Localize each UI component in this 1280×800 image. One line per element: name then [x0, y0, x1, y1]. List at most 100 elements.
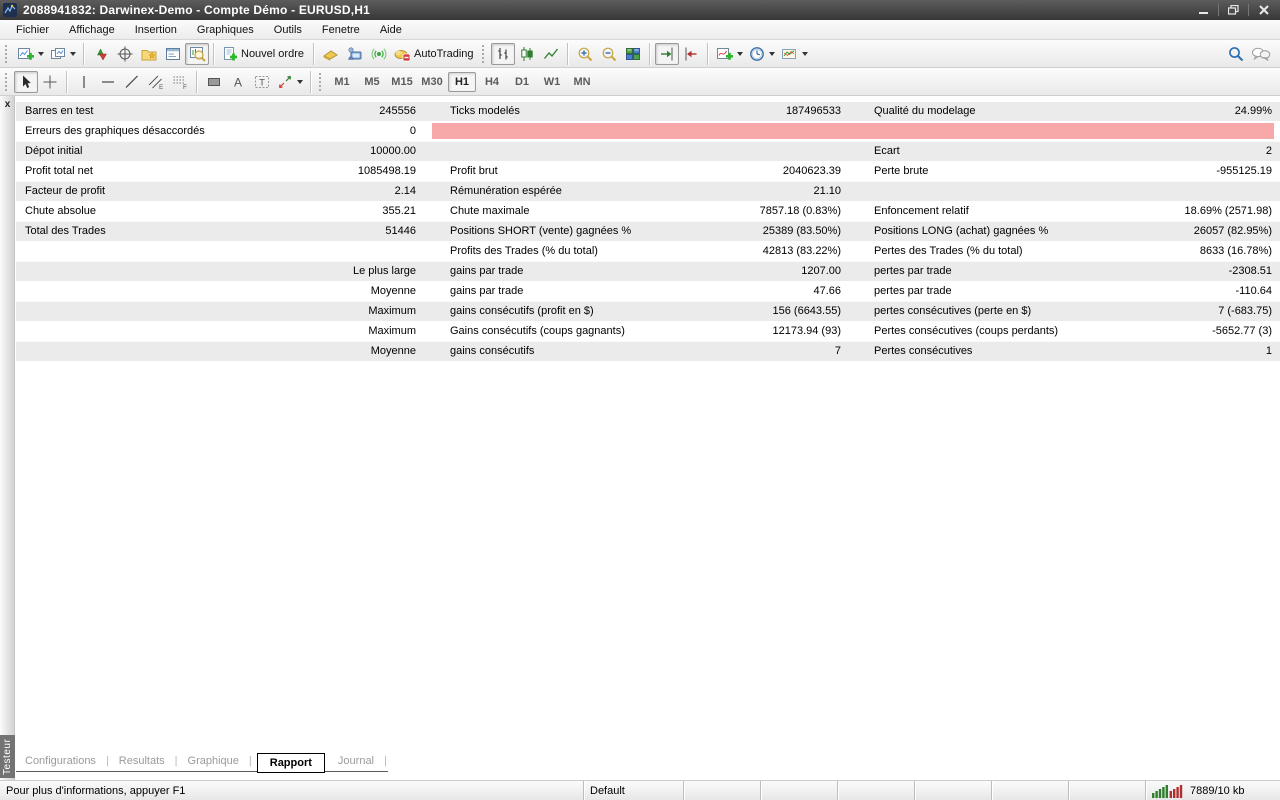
- menu-item-aide[interactable]: Aide: [370, 22, 412, 38]
- panel-close-icon[interactable]: x: [0, 100, 15, 110]
- horizontal-line-tool-button[interactable]: [96, 71, 120, 93]
- autotrading-button[interactable]: AutoTrading: [391, 43, 479, 65]
- close-button[interactable]: [1251, 2, 1276, 18]
- report-label: [16, 302, 286, 321]
- toolbar-grip[interactable]: [482, 45, 486, 63]
- menu-item-graphiques[interactable]: Graphiques: [187, 22, 264, 38]
- tab-journal[interactable]: Journal: [329, 752, 383, 771]
- signals-button[interactable]: [367, 43, 391, 65]
- report-gap: [841, 102, 874, 121]
- report-value: 1: [1155, 342, 1280, 361]
- menu-item-outils[interactable]: Outils: [264, 22, 312, 38]
- report-value: Moyenne: [286, 342, 416, 361]
- report-row: Moyennegains par trade47.66pertes par tr…: [16, 282, 1280, 302]
- line-chart-mode-button[interactable]: [539, 43, 563, 65]
- data-window-button[interactable]: [113, 43, 137, 65]
- tile-windows-button[interactable]: [621, 43, 645, 65]
- new-chart-button[interactable]: [14, 43, 47, 65]
- menu-item-affichage[interactable]: Affichage: [59, 22, 125, 38]
- report-value: 156 (6643.55): [712, 302, 841, 321]
- timeframe-button-m15[interactable]: M15: [388, 72, 416, 92]
- arrows-tool-button[interactable]: [274, 71, 306, 93]
- report-value: Maximum: [286, 302, 416, 321]
- mql-wizard-button[interactable]: [319, 43, 343, 65]
- timeframe-button-m30[interactable]: M30: [418, 72, 446, 92]
- report-gap: [841, 202, 874, 221]
- report-gap: [416, 202, 450, 221]
- bar-chart-mode-button[interactable]: [491, 43, 515, 65]
- tester-vertical-tab[interactable]: Testeur: [0, 735, 15, 778]
- indicators-button[interactable]: [713, 43, 746, 65]
- report-gap: [416, 262, 450, 281]
- zoom-out-button[interactable]: [597, 43, 621, 65]
- timeframe-button-mn[interactable]: MN: [568, 72, 596, 92]
- terminal-button[interactable]: [161, 43, 185, 65]
- toolbar-grip[interactable]: [5, 45, 9, 63]
- tab-resultats[interactable]: Resultats: [110, 752, 174, 771]
- status-connection: 7889/10 kb: [1145, 781, 1280, 800]
- report-value: 18.69% (2571.98): [1155, 202, 1280, 221]
- crosshair-tool-button[interactable]: [38, 71, 62, 93]
- chart-profiles-button[interactable]: [47, 43, 79, 65]
- periods-button[interactable]: [746, 43, 778, 65]
- chat-button[interactable]: [1248, 43, 1274, 65]
- fibonacci-tool-button[interactable]: F: [168, 71, 192, 93]
- chevron-down-icon: [737, 52, 743, 56]
- cursor-icon: [18, 74, 34, 90]
- tab-graphique[interactable]: Graphique: [179, 752, 248, 771]
- indicators-icon: [716, 46, 733, 62]
- svg-text:F: F: [183, 84, 187, 90]
- rectangle-icon: [206, 74, 222, 90]
- status-profile[interactable]: Default: [583, 781, 683, 800]
- cursor-tool-button[interactable]: [14, 71, 38, 93]
- menu-item-insertion[interactable]: Insertion: [125, 22, 187, 38]
- timeframe-button-h1[interactable]: H1: [448, 72, 476, 92]
- timeframe-button-h4[interactable]: H4: [478, 72, 506, 92]
- restore-button[interactable]: [1221, 2, 1246, 18]
- menu-item-fenetre[interactable]: Fenetre: [312, 22, 370, 38]
- timeframe-button-d1[interactable]: D1: [508, 72, 536, 92]
- toolbar-grip[interactable]: [5, 73, 9, 91]
- search-button[interactable]: [1224, 43, 1248, 65]
- rectangle-tool-button[interactable]: [202, 71, 226, 93]
- minimize-button[interactable]: [1191, 2, 1216, 18]
- zoom-in-button[interactable]: [573, 43, 597, 65]
- market-watch-button[interactable]: [89, 43, 113, 65]
- timeframe-button-w1[interactable]: W1: [538, 72, 566, 92]
- status-bar: Pour plus d'informations, appuyer F1 Def…: [0, 780, 1280, 800]
- trendline-tool-button[interactable]: [120, 71, 144, 93]
- equidistant-channel-tool-button[interactable]: E: [144, 71, 168, 93]
- report-label: Perte brute: [874, 162, 1155, 181]
- report-row: Total des Trades51446Positions SHORT (ve…: [16, 222, 1280, 242]
- report-label: gains consécutifs: [450, 342, 712, 361]
- navigator-button[interactable]: [137, 43, 161, 65]
- svg-text:A: A: [234, 75, 242, 89]
- text-label-tool-button[interactable]: T: [250, 71, 274, 93]
- toolbar-grip[interactable]: [319, 73, 323, 91]
- toolbar-separator: [196, 71, 198, 93]
- timeframe-button-m1[interactable]: M1: [328, 72, 356, 92]
- report-label: Total des Trades: [16, 222, 286, 241]
- text-tool-button[interactable]: A: [226, 71, 250, 93]
- report-row: Chute absolue355.21Chute maximale7857.18…: [16, 202, 1280, 222]
- tab-rapport[interactable]: Rapport: [257, 753, 325, 773]
- tab-configurations[interactable]: Configurations: [16, 752, 105, 771]
- vertical-line-tool-button[interactable]: [72, 71, 96, 93]
- chart-shift-button[interactable]: [679, 43, 703, 65]
- templates-button[interactable]: [778, 43, 811, 65]
- candlestick-mode-button[interactable]: [515, 43, 539, 65]
- crosshair-icon: [42, 74, 58, 90]
- report-label: [450, 142, 712, 161]
- auto-scroll-button[interactable]: [655, 43, 679, 65]
- report-table: Barres en test245556Ticks modelés1874965…: [16, 102, 1280, 362]
- report-gap: [416, 222, 450, 241]
- metaeditor-button[interactable]: [343, 43, 367, 65]
- new-order-button[interactable]: Nouvel ordre: [219, 43, 309, 65]
- report-row: Dépot initial10000.00Ecart2: [16, 142, 1280, 162]
- menu-item-fichier[interactable]: Fichier: [6, 22, 59, 38]
- report-label: [16, 242, 286, 261]
- chart-profiles-icon: [50, 46, 66, 62]
- timeframe-button-m5[interactable]: M5: [358, 72, 386, 92]
- panel-left-gutter: [0, 96, 15, 780]
- strategy-tester-button[interactable]: [185, 43, 209, 65]
